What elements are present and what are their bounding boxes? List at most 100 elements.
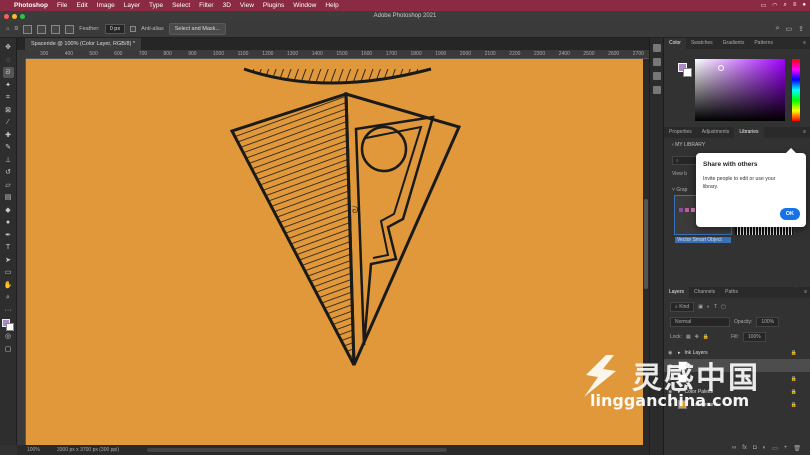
color-panel-background[interactable] [683,68,692,77]
lock-position-icon[interactable]: ✥ [695,334,699,340]
brushes-icon[interactable] [652,72,661,80]
filter-adjust-icon[interactable]: ◐ [707,304,710,310]
menu-filter[interactable]: Filter [199,2,213,9]
brush-tool-icon[interactable]: ✎ [3,142,14,153]
character-icon[interactable] [652,86,661,94]
lock-all-icon[interactable]: 🔒 [703,334,709,340]
menu-view[interactable]: View [240,2,254,9]
minimize-window-button[interactable] [12,13,17,19]
horizontal-scrollbar[interactable] [147,448,447,452]
menu-select[interactable]: Select [172,2,190,9]
fx-icon[interactable]: fx [742,445,747,451]
history-icon[interactable] [652,44,661,52]
subtract-selection-icon[interactable] [51,24,61,34]
zoom-window-button[interactable] [20,13,25,19]
zoom-level[interactable]: 100% [27,447,40,453]
link-layers-icon[interactable]: ∞ [732,445,736,451]
lasso-tool-icon[interactable]: ᘐ [2,67,14,78]
layer-kind-filter[interactable]: ⌕ Kind [670,302,695,312]
tab-patterns[interactable]: Patterns [749,38,778,49]
tab-gradients[interactable]: Gradients [718,38,750,49]
select-and-mask-button[interactable]: Select and Mask... [168,23,226,35]
wifi-icon[interactable]: ◠ [772,2,777,9]
tab-libraries[interactable]: Libraries [734,127,764,138]
quick-mask-icon[interactable]: ◎ [3,331,14,342]
menu-layer[interactable]: Layer [124,2,140,9]
close-window-button[interactable] [4,13,9,19]
dodge-tool-icon[interactable]: ● [3,217,14,228]
tab-adjustments[interactable]: Adjustments [697,127,735,138]
screen-mode-icon[interactable]: ▢ [3,344,14,355]
move-tool-icon[interactable]: ✥ [3,42,14,53]
add-selection-icon[interactable] [37,24,47,34]
vertical-ruler[interactable] [17,59,26,445]
color-picker-field[interactable] [695,59,785,121]
opacity-input[interactable]: 100% [756,317,780,327]
scrollbar-thumb[interactable] [644,199,648,289]
type-tool-icon[interactable]: T [3,242,14,253]
popover-ok-button[interactable]: OK [779,208,800,220]
workspace-icon[interactable]: ▭ [786,25,793,33]
new-group-icon[interactable]: ▭ [772,445,778,452]
color-swatches[interactable] [1,319,15,331]
horizontal-ruler[interactable]: 300 400 500 600 700 800 900 1000 1100 1200 1300 140… [26,50,649,59]
eraser-tool-icon[interactable]: ▱ [3,180,14,191]
color-picker-ring[interactable] [718,65,724,71]
menu-window[interactable]: Window [293,2,316,9]
magic-wand-tool-icon[interactable]: ✦ [3,80,14,91]
tab-channels[interactable]: Channels [689,287,720,298]
battery-icon[interactable]: ▭ [761,2,767,9]
tab-color[interactable]: Color [664,38,686,49]
blur-tool-icon[interactable]: ◆ [3,205,14,216]
history-brush-tool-icon[interactable]: ↺ [3,167,14,178]
color-panel-swatches[interactable] [678,63,692,77]
actions-icon[interactable] [652,58,661,66]
tab-properties[interactable]: Properties [664,127,697,138]
panel-menu-icon[interactable]: ≡ [798,127,810,138]
tab-layers[interactable]: Layers [664,287,690,298]
healing-brush-tool-icon[interactable]: ✚ [3,130,14,141]
menu-edit[interactable]: Edit [76,2,87,9]
intersect-selection-icon[interactable] [65,24,75,34]
clone-stamp-tool-icon[interactable]: ⊥ [3,155,14,166]
filter-type-icon[interactable]: T [714,304,717,310]
frame-tool-icon[interactable]: ⊠ [3,105,14,116]
eyedropper-tool-icon[interactable]: ⁄ [3,117,14,128]
menu-file[interactable]: File [57,2,67,9]
add-mask-icon[interactable]: ◘ [753,445,757,451]
gradient-tool-icon[interactable]: ▤ [3,192,14,203]
filter-shape-icon[interactable]: ▢ [721,304,726,310]
crop-tool-icon[interactable]: ⌗ [3,92,14,103]
siri-icon[interactable]: ● [802,2,806,9]
menu-3d[interactable]: 3D [223,2,231,9]
filter-pixel-icon[interactable]: ▣ [698,304,703,310]
zoom-tool-icon[interactable]: ⌕ [3,292,14,303]
more-tools-icon[interactable]: ··· [3,305,14,316]
new-layer-icon[interactable]: + [784,445,788,451]
tab-swatches[interactable]: Swatches [686,38,718,49]
tab-paths[interactable]: Paths [720,287,743,298]
lock-pixels-icon[interactable]: ▦ [686,334,691,340]
document-tab[interactable]: Spaceride @ 100% (Color Layer, RGB/8) * [25,38,142,50]
menu-help[interactable]: Help [325,2,338,9]
control-center-icon[interactable]: ≡ [793,2,797,9]
share-icon[interactable]: ⇪ [798,25,804,33]
hand-tool-icon[interactable]: ✋ [3,280,14,291]
delete-layer-icon[interactable]: 🗑 [793,445,801,452]
search-icon[interactable]: ⌕ [776,25,780,33]
adjustment-layer-icon[interactable]: ◐ [763,445,767,451]
hue-slider[interactable] [792,59,800,121]
background-color-swatch[interactable] [5,323,14,331]
menu-plugins[interactable]: Plugins [263,2,284,9]
document-canvas[interactable]: ᘐ [26,59,643,445]
menu-app[interactable]: Photoshop [14,2,48,9]
blend-mode-select[interactable]: Normal [670,317,730,327]
menu-image[interactable]: Image [97,2,115,9]
panel-menu-icon[interactable]: ≡ [798,38,810,49]
marquee-tool-icon[interactable]: ◌ [3,55,14,66]
menu-type[interactable]: Type [149,2,163,9]
lasso-tool-preset-icon[interactable]: ᘐ [14,26,18,33]
fill-input[interactable]: 100% [742,332,766,342]
rectangle-tool-icon[interactable]: ▭ [3,267,14,278]
panel-menu-icon[interactable]: ≡ [799,287,810,298]
